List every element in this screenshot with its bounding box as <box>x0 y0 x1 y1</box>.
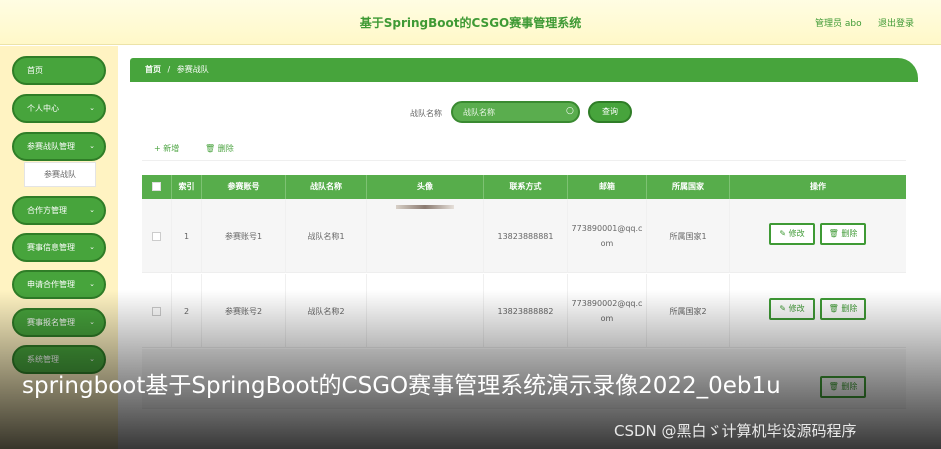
logout-link[interactable]: 退出登录 <box>878 16 914 29</box>
breadcrumb: 首页 / 参赛战队 <box>130 58 918 82</box>
sidebar-item-label: 合作方管理 <box>27 206 67 215</box>
chevron-down-icon: ⌄ <box>89 206 95 214</box>
cell-account: 参赛账号1 <box>202 199 286 273</box>
delete-button[interactable]: 🗑 删除 <box>820 223 866 245</box>
sidebar-item-label: 赛事信息管理 <box>27 243 75 252</box>
cell-actions <box>730 199 906 273</box>
cell-account: 参赛账号2 <box>202 274 286 348</box>
cell-phone: 13823888882 <box>484 274 568 348</box>
column-header: 操作 <box>810 182 826 191</box>
table-row: 2 参赛账号2 战队名称2 13823888882 773890002@qq.c… <box>142 274 906 348</box>
table-header: 索引 参赛账号 战队名称 头像 联系方式 邮箱 所属国家 操作 <box>142 175 906 199</box>
csdn-watermark: CSDN @黑白ゞ计算机毕设源码程序 <box>614 422 857 440</box>
cell-email: 773890002@qq.c om <box>568 274 647 348</box>
cell-index: 1 <box>172 199 202 273</box>
sidebar-item-label: 赛事报名管理 <box>27 318 75 327</box>
sidebar-item-registration[interactable]: 赛事报名管理 ⌄ <box>12 308 106 337</box>
sidebar-item-label: 参赛战队管理 <box>27 142 75 151</box>
add-button[interactable]: + 新增 <box>154 143 179 154</box>
chevron-down-icon: ⌄ <box>89 318 95 326</box>
system-title: 基于SpringBoot的CSGO赛事管理系统 <box>359 16 582 30</box>
sidebar-item-event-info[interactable]: 赛事信息管理 ⌄ <box>12 233 106 262</box>
sidebar-item-label: 系统管理 <box>27 355 59 364</box>
cell-country: 所属国家1 <box>647 199 730 273</box>
row-checkbox[interactable] <box>152 231 161 241</box>
select-all-checkbox[interactable] <box>152 182 161 191</box>
sidebar-item-partner-management[interactable]: 合作方管理 ⌄ <box>12 196 106 225</box>
chevron-down-icon: ⌄ <box>89 355 95 363</box>
column-header: 战队名称 <box>286 175 367 199</box>
breadcrumb-home[interactable]: 首页 <box>145 65 161 74</box>
chevron-down-icon: ⌄ <box>89 142 95 150</box>
cell-phone: 13823888881 <box>484 199 568 273</box>
chevron-down-icon: ⌄ <box>89 280 95 288</box>
toolbar-divider <box>142 160 906 161</box>
chevron-down-icon: ⌄ <box>89 243 95 251</box>
cell-country: 所属国家2 <box>647 274 730 348</box>
sidebar-item-home[interactable]: 首页 <box>12 56 106 85</box>
cell-team-name: 战队名称2 <box>286 274 367 348</box>
column-header: 所属国家 <box>647 175 730 199</box>
sidebar-item-label: 个人中心 <box>27 104 59 113</box>
delete-button[interactable]: 🗑 删除 <box>820 298 866 320</box>
sidebar-item-personal-center[interactable]: 个人中心 ⌄ <box>12 94 106 123</box>
top-header: 基于SpringBoot的CSGO赛事管理系统 管理员 abo 退出登录 <box>0 0 941 45</box>
batch-delete-button[interactable]: 🗑 删除 <box>205 143 234 154</box>
edit-button[interactable]: ✎ 修改 <box>769 298 815 320</box>
column-header: 邮箱 <box>568 175 647 199</box>
column-header: 索引 <box>172 175 202 199</box>
search-icon: ○ <box>566 106 574 116</box>
sidebar-item-cooperation[interactable]: 申请合作管理 ⌄ <box>12 270 106 299</box>
cell-index: 2 <box>172 274 202 348</box>
search-label: 战队名称 <box>410 109 442 118</box>
breadcrumb-separator: / <box>167 65 171 74</box>
video-caption-title: springboot基于SpringBoot的CSGO赛事管理系统演示录像202… <box>22 373 781 399</box>
breadcrumb-current: 参赛战队 <box>176 65 209 74</box>
edit-button[interactable]: ✎ 修改 <box>769 223 815 245</box>
sidebar-item-label: 申请合作管理 <box>27 280 75 289</box>
row-checkbox[interactable] <box>152 306 161 316</box>
header-select-all[interactable] <box>142 175 172 199</box>
avatar-image <box>396 205 454 209</box>
admin-user-label: 管理员 abo <box>815 19 862 29</box>
column-header: 头像 <box>367 175 484 199</box>
cell-actions <box>730 274 906 348</box>
column-header: 参赛账号 <box>202 175 286 199</box>
submenu-item-teams[interactable]: 参赛战队 <box>24 162 96 187</box>
sidebar-item-team-management[interactable]: 参赛战队管理 ⌄ <box>12 132 106 161</box>
team-name-search-input[interactable] <box>451 101 580 123</box>
table-row: 1 参赛账号1 战队名称1 13823888881 773890001@qq.c… <box>142 199 906 273</box>
column-header: 联系方式 <box>484 175 568 199</box>
row-select-cell <box>142 274 172 348</box>
cell-avatar <box>367 274 484 348</box>
query-button[interactable]: 查询 <box>588 101 632 123</box>
cell-team-name: 战队名称1 <box>286 199 367 273</box>
cell-email: 773890001@qq.c om <box>568 199 647 273</box>
sidebar-item-label: 首页 <box>27 66 43 75</box>
chevron-down-icon: ⌄ <box>89 104 95 112</box>
row-select-cell <box>142 199 172 273</box>
cell-avatar <box>367 199 484 273</box>
